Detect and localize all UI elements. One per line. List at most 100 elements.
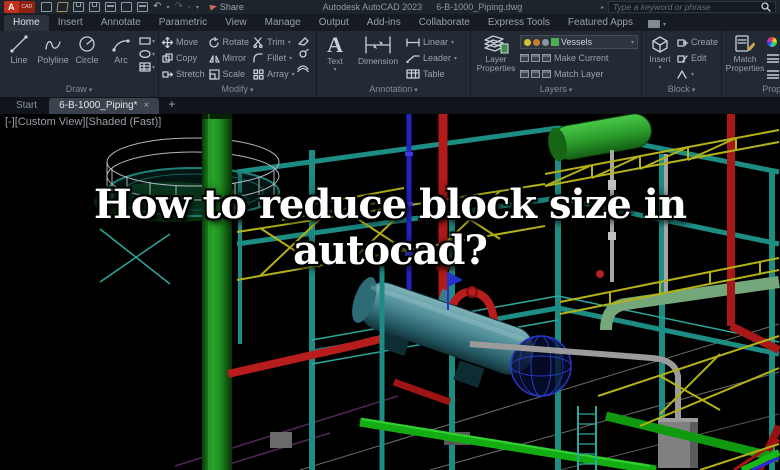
color-wheel-icon (767, 37, 778, 47)
autocad-window: A CAD ↶ ▾ ↷ ▾ ▾ Share Autodesk AutoCAD 202… (0, 0, 780, 470)
green-column (202, 114, 232, 470)
leader-button[interactable]: Leader ▾ (406, 51, 457, 65)
undo-dropdown-icon[interactable]: ▾ (166, 4, 169, 11)
tab-express-tools[interactable]: Express Tools (479, 15, 559, 31)
tab-collaborate[interactable]: Collaborate (410, 15, 479, 31)
circle-icon (79, 36, 95, 52)
insert-block-button[interactable]: Insert ▾ (645, 34, 675, 71)
save-as-icon[interactable] (89, 2, 101, 12)
close-tab-icon[interactable]: × (144, 100, 150, 111)
tab-insert[interactable]: Insert (49, 15, 92, 31)
make-current-button[interactable]: Make Current (520, 51, 638, 65)
erase-tool-icon[interactable] (297, 36, 309, 46)
search-icon[interactable] (761, 2, 771, 12)
move-button[interactable]: Move (162, 36, 205, 48)
lineweight-select[interactable]: ByLayer (767, 51, 780, 65)
linear-button[interactable]: Linear ▾ (406, 35, 457, 49)
tab-manage[interactable]: Manage (256, 15, 310, 31)
match-properties-button[interactable]: Match Properties (725, 34, 765, 73)
edit-block-button[interactable]: Edit (677, 51, 718, 65)
arc-button[interactable]: Arc (105, 34, 137, 65)
layer-properties-button[interactable]: Layer Properties (474, 34, 518, 73)
quick-access-toolbar: ↶ ▾ ↷ ▾ ▾ Share (41, 2, 244, 12)
search-history-icon[interactable]: ▸ (601, 4, 604, 11)
qat-customize-icon[interactable]: ▾ (196, 4, 199, 11)
fillet-button[interactable]: Fillet ▾ (253, 52, 295, 64)
linetype-select[interactable]: ByLayer (767, 67, 780, 81)
insert-block-icon (652, 36, 668, 53)
tab-parametric[interactable]: Parametric (150, 15, 216, 31)
polyline-button[interactable]: Polyline (37, 34, 69, 65)
scale-button[interactable]: Scale (208, 68, 250, 80)
autocad-logo[interactable]: A CAD (4, 1, 36, 13)
logo-a: A (4, 1, 19, 13)
share-button[interactable]: Share (209, 2, 244, 12)
tab-featured-apps[interactable]: Featured Apps (559, 15, 642, 31)
ribbon-display-toggle[interactable]: ▾ (642, 20, 672, 31)
scale-icon (208, 68, 220, 80)
open-file-icon[interactable] (56, 2, 69, 12)
layer-state-icons-2 (520, 70, 552, 78)
panel-layers-label[interactable]: Layers (471, 84, 641, 97)
layer-freeze-icon (533, 38, 541, 46)
layer-select[interactable]: Vessels ▾ (520, 35, 639, 49)
export-icon[interactable] (121, 2, 133, 12)
drawing-viewport[interactable]: [-][Custom View][Shaded (Fast)] How to r… (0, 114, 780, 470)
explode-tool-icon[interactable] (297, 49, 309, 59)
panel-annotation-label[interactable]: Annotation (317, 84, 470, 97)
tab-view[interactable]: View (216, 15, 256, 31)
hatch-tool-icon[interactable]: ▾ (139, 62, 155, 72)
ellipse-tool-icon[interactable]: ▾ (139, 49, 155, 59)
new-tab-button[interactable]: + (161, 96, 182, 114)
tab-add-ins[interactable]: Add-ins (358, 15, 410, 31)
tab-home[interactable]: Home (4, 15, 49, 31)
lineweight-icon (767, 53, 780, 63)
stretch-icon (162, 70, 174, 78)
tab-drawing[interactable]: 6-B-1000_Piping* × (49, 98, 160, 114)
mirror-button[interactable]: Mirror (208, 53, 250, 64)
plot-icon[interactable] (105, 2, 117, 12)
viewport-controls[interactable]: [-][Custom View][Shaded (Fast)] (5, 116, 161, 128)
layer-lock-icon (542, 38, 550, 46)
print-icon[interactable] (137, 2, 149, 12)
match-layer-button[interactable]: Match Layer (520, 67, 638, 81)
redo-dropdown-icon[interactable]: ▾ (188, 4, 191, 11)
viewport-3d-scene[interactable] (0, 114, 780, 470)
rectangle-tool-icon[interactable]: ▾ (139, 36, 155, 46)
panel-layers: Layer Properties Vessels ▾ Make Current (471, 31, 643, 97)
offset-tool-icon[interactable] (296, 62, 309, 72)
panel-draw-label[interactable]: Draw (0, 84, 158, 97)
panel-draw: Line Polyline Circle Arc ▾ ▾ ▾ Draw ▾ (0, 31, 160, 97)
create-block-button[interactable]: Create (677, 35, 718, 49)
tab-annotate[interactable]: Annotate (92, 15, 150, 31)
stretch-button[interactable]: Stretch (162, 69, 205, 80)
table-button[interactable]: Table (406, 67, 457, 81)
ribbon-toggle-caret-icon: ▾ (662, 21, 666, 28)
text-button[interactable]: A Text ▾ (320, 34, 350, 73)
tab-output[interactable]: Output (310, 15, 358, 31)
panel-annotation: A Text ▾ Dimension Linear ▾ Leader ▾ Table… (317, 31, 472, 97)
trim-button[interactable]: Trim ▾ (253, 36, 295, 48)
layer-properties-icon (484, 35, 509, 54)
undo-icon[interactable]: ↶ (153, 2, 161, 12)
panel-block-label[interactable]: Block (642, 84, 721, 97)
tab-start[interactable]: Start (6, 98, 47, 114)
panel-block: Insert ▾ Create Edit ▾ Block (642, 31, 723, 97)
line-button[interactable]: Line (3, 34, 35, 65)
panel-modify-label[interactable]: Modify (159, 84, 316, 97)
circle-button[interactable]: Circle (71, 34, 103, 65)
thumbnail-title-line2: autocad? (293, 227, 488, 275)
redo-icon[interactable]: ↷ (174, 2, 182, 12)
copy-button[interactable]: Copy (162, 52, 205, 64)
new-file-icon[interactable] (41, 2, 53, 12)
array-button[interactable]: Array ▾ (253, 68, 295, 80)
save-icon[interactable] (73, 2, 85, 12)
ribbon-toggle-icon (647, 20, 660, 28)
dimension-button[interactable]: Dimension (352, 34, 404, 66)
search-input[interactable]: Type a keyword or phrase (608, 1, 776, 13)
block-attributes-icon[interactable]: ▾ (677, 67, 718, 81)
panel-properties-label[interactable]: Properties (722, 84, 780, 97)
color-select[interactable]: ByLayer ▾ (767, 35, 780, 49)
rotate-button[interactable]: Rotate (208, 36, 249, 48)
trim-icon (253, 36, 263, 48)
